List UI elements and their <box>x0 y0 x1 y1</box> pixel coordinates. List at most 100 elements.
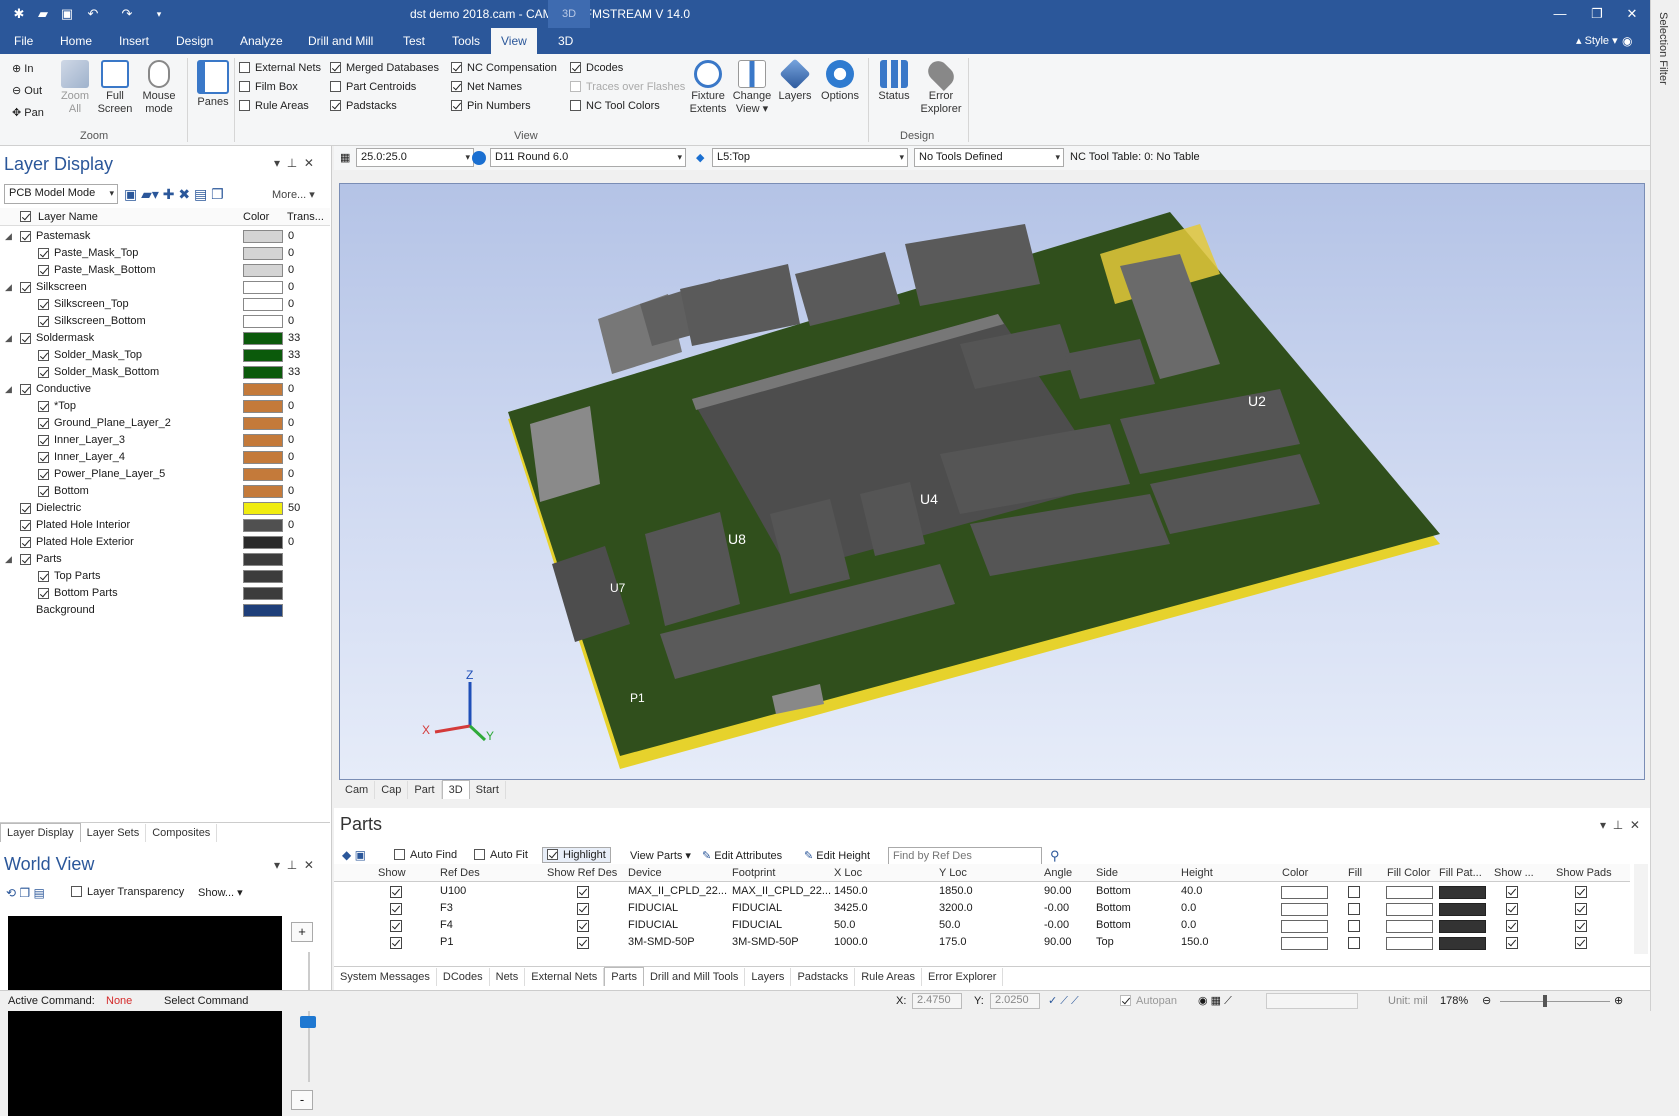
tab-error-explorer[interactable]: Error Explorer <box>922 968 1004 986</box>
auto-fit-checkbox[interactable]: Auto Fit <box>474 849 528 861</box>
tab-parts[interactable]: Parts <box>604 967 644 986</box>
view-mode-icons[interactable]: ◉ ▦ ⟋ <box>1198 994 1232 1008</box>
layer-color-swatch[interactable] <box>243 247 283 260</box>
table-row[interactable]: U100 MAX_II_CPLD_22... MAX_II_CPLD_22... 14… <box>334 884 1630 901</box>
layer-visibility-checkbox[interactable] <box>38 401 49 412</box>
layer-color-swatch[interactable] <box>243 332 283 345</box>
change-view-button[interactable]: Change View ▾ <box>730 60 774 116</box>
fill-checkbox[interactable] <box>1348 886 1360 898</box>
layer-visibility-checkbox[interactable] <box>38 248 49 259</box>
layer-visibility-checkbox[interactable] <box>20 282 31 293</box>
zoom-out-small-icon[interactable]: ⊖ <box>1482 994 1491 1007</box>
layer-color-swatch[interactable] <box>243 570 283 583</box>
layer-visibility-checkbox[interactable] <box>38 435 49 446</box>
show-checkbox[interactable] <box>390 937 402 949</box>
layer-row[interactable]: ◢ Pastemask 0 <box>0 228 330 245</box>
layer-toolbar-icons[interactable]: ▣ ▰▾ ✚ ✖ ▤ ❐ <box>124 186 224 203</box>
col-angle[interactable]: Angle <box>1044 867 1072 879</box>
layer-color-swatch[interactable] <box>243 315 283 328</box>
layer-row[interactable]: Top Parts <box>0 568 330 585</box>
show-pads-checkbox[interactable] <box>1575 886 1587 898</box>
layer-row[interactable]: Inner_Layer_4 0 <box>0 449 330 466</box>
layer-visibility-checkbox[interactable] <box>20 537 31 548</box>
world-zoom-slider-thumb[interactable] <box>300 1016 316 1028</box>
part-color-box[interactable] <box>1281 886 1328 899</box>
zoom-all-button[interactable]: Zoom All <box>58 60 92 116</box>
col-color[interactable]: Color <box>1282 867 1308 879</box>
tab-dcodes[interactable]: DCodes <box>437 968 490 986</box>
layer-row[interactable]: ◢ Soldermask 33 <box>0 330 330 347</box>
net-names-checkbox[interactable]: Net Names <box>451 81 522 93</box>
layer-visibility-checkbox[interactable] <box>38 299 49 310</box>
layer-visibility-checkbox[interactable] <box>20 231 31 242</box>
layer-row[interactable]: ◢ Conductive 0 <box>0 381 330 398</box>
expand-triangle-icon[interactable]: ◢ <box>5 330 12 347</box>
unit-select[interactable] <box>1266 993 1358 1009</box>
all-layers-checkbox[interactable] <box>20 211 31 222</box>
layer-transparency-value[interactable]: 0 <box>288 466 294 483</box>
tab-rule-areas[interactable]: Rule Areas <box>855 968 922 986</box>
mouse-mode-button[interactable]: Mouse mode <box>138 60 180 116</box>
zoom-in-button[interactable]: ⊕ In <box>12 62 33 75</box>
fill-pattern-box[interactable] <box>1439 920 1486 933</box>
layer-visibility-checkbox[interactable] <box>38 469 49 480</box>
nc-tools-select[interactable]: No Tools Defined ▾ <box>914 148 1064 167</box>
show-pads-checkbox[interactable] <box>1575 920 1587 932</box>
pane-pin-icon[interactable]: ▾ ⊥ ✕ <box>274 156 314 170</box>
layer-visibility-checkbox[interactable] <box>20 554 31 565</box>
layer-row[interactable]: Solder_Mask_Top 33 <box>0 347 330 364</box>
layer-color-swatch[interactable] <box>243 502 283 515</box>
layer-transparency-value[interactable]: 0 <box>288 245 294 262</box>
layer-transparency-value[interactable]: 0 <box>288 415 294 432</box>
part-color-box[interactable] <box>1281 903 1328 916</box>
layer-color-swatch[interactable] <box>243 366 283 379</box>
layer-color-swatch[interactable] <box>243 400 283 413</box>
layer-transparency-value[interactable]: 0 <box>288 228 294 245</box>
find-ref-des-input[interactable] <box>888 847 1042 865</box>
world-view-show-menu[interactable]: Show... ▾ <box>198 886 243 899</box>
fill-color-box[interactable] <box>1386 886 1433 899</box>
layer-row[interactable]: Power_Plane_Layer_5 0 <box>0 466 330 483</box>
fill-color-box[interactable] <box>1386 937 1433 950</box>
col-show-2[interactable]: Show ... <box>1494 867 1534 879</box>
fill-pattern-box[interactable] <box>1439 937 1486 950</box>
expand-triangle-icon[interactable]: ◢ <box>5 381 12 398</box>
selection-filter-strip[interactable]: Selection Filter <box>1650 0 1679 1011</box>
col-fill[interactable]: Fill <box>1348 867 1362 879</box>
tab-layer-sets[interactable]: Layer Sets <box>81 824 147 842</box>
options-button[interactable]: Options <box>818 60 862 103</box>
layer-visibility-checkbox[interactable] <box>38 350 49 361</box>
show-checkbox[interactable] <box>390 920 402 932</box>
restore-icon[interactable]: ❐ <box>1582 4 1612 24</box>
zoom-out-button[interactable]: ⊖ Out <box>12 84 42 97</box>
layer-transparency-value[interactable]: 0 <box>288 262 294 279</box>
close-icon[interactable]: ✕ <box>1617 4 1647 24</box>
parts-pane-controls[interactable]: ▾ ⊥ ✕ <box>1600 818 1640 832</box>
layer-visibility-checkbox[interactable] <box>20 520 31 531</box>
doc-tab-start[interactable]: Start <box>470 781 506 799</box>
autopan-checkbox[interactable]: Autopan <box>1120 995 1177 1007</box>
layer-transparency-value[interactable]: 0 <box>288 279 294 296</box>
tab-drill-and-mill-tools[interactable]: Drill and Mill Tools <box>644 968 746 986</box>
layer-row[interactable]: Solder_Mask_Bottom 33 <box>0 364 330 381</box>
fill-checkbox[interactable] <box>1348 920 1360 932</box>
parts-toolbar-icons[interactable]: ◆ ▣ <box>342 848 366 862</box>
show-outline-checkbox[interactable] <box>1506 886 1518 898</box>
layer-visibility-checkbox[interactable] <box>38 418 49 429</box>
pcb-mode-select[interactable]: PCB Model Mode ▾ <box>4 184 118 204</box>
layer-row[interactable]: Background <box>0 602 330 619</box>
layer-row[interactable]: Paste_Mask_Top 0 <box>0 245 330 262</box>
show-ref-des-checkbox[interactable] <box>577 903 589 915</box>
zoom-slider-thumb[interactable] <box>1543 995 1547 1007</box>
padstacks-checkbox[interactable]: Padstacks <box>330 100 397 112</box>
auto-find-checkbox[interactable]: Auto Find <box>394 849 457 861</box>
col-show-ref-des[interactable]: Show Ref Des <box>547 867 617 879</box>
col-device[interactable]: Device <box>628 867 662 879</box>
layer-color-swatch[interactable] <box>243 434 283 447</box>
edit-attributes-button[interactable]: ✎ Edit Attributes <box>702 849 782 862</box>
tab-nets[interactable]: Nets <box>490 968 526 986</box>
show-checkbox[interactable] <box>390 903 402 915</box>
fill-pattern-box[interactable] <box>1439 903 1486 916</box>
layer-transparency-value[interactable]: 0 <box>288 449 294 466</box>
world-zoom-out-button[interactable]: - <box>291 1090 313 1110</box>
